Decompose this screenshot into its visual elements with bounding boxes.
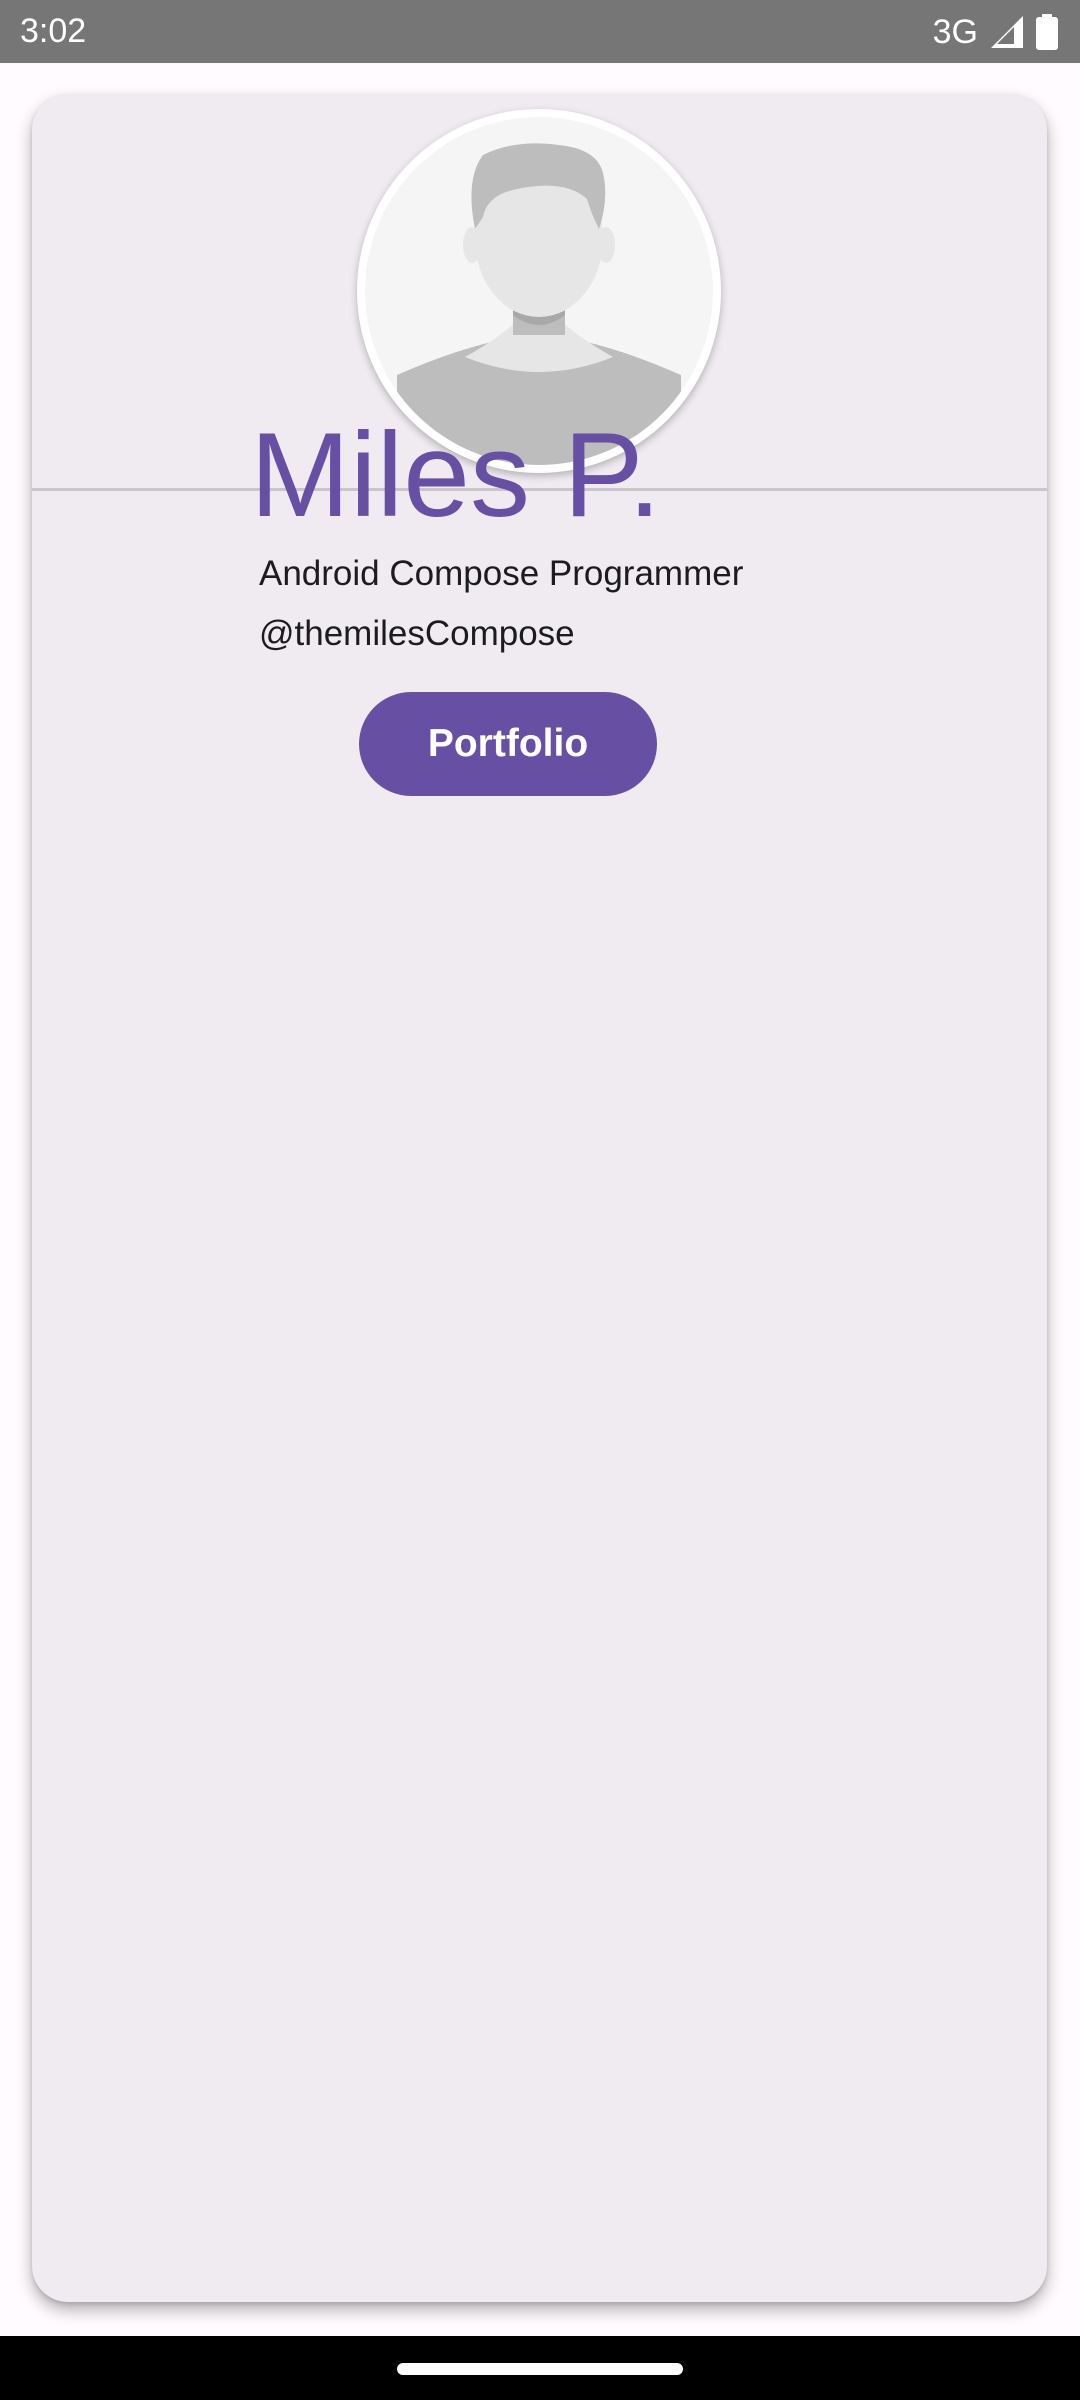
status-time: 3:02 bbox=[20, 12, 87, 50]
profile-handle: @themilesCompose bbox=[259, 614, 575, 653]
profile-title: Android Compose Programmer bbox=[259, 554, 744, 593]
portfolio-button[interactable]: Portfolio bbox=[359, 692, 657, 796]
signal-icon bbox=[990, 15, 1024, 49]
navigation-bar bbox=[0, 2336, 1080, 2400]
profile-name: Miles P. bbox=[250, 408, 662, 542]
network-type: 3G bbox=[932, 13, 978, 51]
battery-icon bbox=[1036, 14, 1058, 50]
status-bar: 3:02 3G bbox=[0, 0, 1080, 63]
home-handle[interactable] bbox=[397, 2363, 683, 2375]
status-indicators: 3G bbox=[933, 13, 1058, 51]
